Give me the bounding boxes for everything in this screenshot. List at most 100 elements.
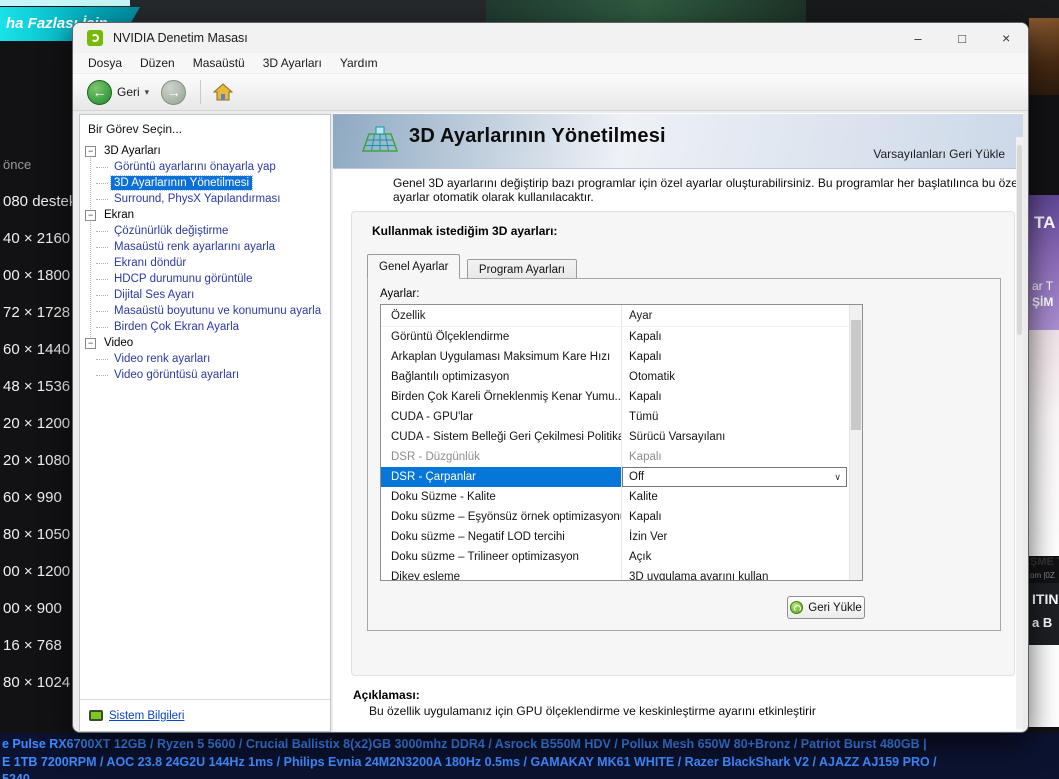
column-ozellik[interactable]: Özellik: [381, 310, 621, 322]
back-button[interactable]: ← Geri ▾: [87, 79, 150, 105]
setting-name[interactable]: CUDA - GPU'lar: [381, 407, 621, 427]
value-combobox[interactable]: Off ∨: [622, 467, 847, 487]
tree-item[interactable]: − Video: [85, 335, 330, 351]
setting-value[interactable]: Kapalı ∨: [621, 327, 849, 347]
setting-row[interactable]: Dikey eşleme 3D uygulama ayarını kullan …: [381, 567, 849, 580]
setting-row[interactable]: CUDA - GPU'lar Tümü ∨: [381, 407, 849, 427]
tree-item[interactable]: − HDCP durumunu görüntüle: [85, 271, 330, 287]
setting-value[interactable]: Otomatik ∨: [621, 367, 849, 387]
back-history-dropdown[interactable]: ▾: [145, 87, 150, 98]
tree-item-label[interactable]: Ekran: [101, 208, 137, 222]
setting-value[interactable]: Kapalı ∨: [621, 447, 849, 467]
setting-row[interactable]: CUDA - Sistem Belleği Geri Çekilmesi Pol…: [381, 427, 849, 447]
tree-item[interactable]: − Görüntü ayarlarını önayarla yap: [85, 159, 330, 175]
setting-row[interactable]: Doku süzme – Eşyönsüz örnek optimizasyon…: [381, 507, 849, 527]
tree-item-label[interactable]: Masaüstü renk ayarlarını ayarla: [111, 240, 278, 254]
setting-value[interactable]: 3D uygulama ayarını kullan ∨: [621, 567, 849, 580]
tree-item[interactable]: − Video renk ayarları: [85, 351, 330, 367]
tree-item[interactable]: − 3D Ayarları: [85, 143, 330, 159]
value-combobox[interactable]: Tümü ∨: [629, 407, 849, 427]
restore-button[interactable]: Geri Yükle: [787, 596, 865, 619]
setting-row[interactable]: Doku süzme – Negatif LOD tercihi İzin Ve…: [381, 527, 849, 547]
setting-row[interactable]: DSR - Çarpanlar Off ∨: [381, 467, 849, 487]
system-info-link[interactable]: Sistem Bilgileri: [109, 710, 184, 722]
tab[interactable]: Genel Ayarlar: [367, 254, 461, 279]
menu-item[interactable]: Yardım: [331, 54, 387, 72]
value-combobox[interactable]: Kapalı ∨: [629, 347, 849, 367]
setting-value[interactable]: Kalite ∨: [621, 487, 849, 507]
chevron-down-icon[interactable]: ∨: [834, 467, 846, 487]
setting-name[interactable]: Arkaplan Uygulaması Maksimum Kare Hızı: [381, 347, 621, 367]
tree-item[interactable]: − 3D Ayarlarının Yönetilmesi: [85, 175, 330, 191]
value-combobox[interactable]: Kapalı ∨: [629, 327, 849, 347]
value-combobox[interactable]: Açık ∨: [629, 547, 849, 567]
tree-item-label[interactable]: Masaüstü boyutunu ve konumunu ayarla: [111, 304, 324, 318]
tree-item-label[interactable]: 3D Ayarlarının Yönetilmesi: [109, 175, 254, 191]
titlebar[interactable]: NVIDIA Denetim Masası – □ ×: [73, 23, 1028, 53]
content-scrollbar[interactable]: [1016, 137, 1023, 729]
tree-item-label[interactable]: HDCP durumunu görüntüle: [111, 272, 256, 286]
setting-row[interactable]: Görüntü Ölçeklendirme Kapalı ∨: [381, 327, 849, 347]
setting-name[interactable]: Bağlantılı optimizasyon: [381, 367, 621, 387]
value-combobox[interactable]: İzin Ver ∨: [629, 527, 849, 547]
restore-defaults-link[interactable]: Varsayılanları Geri Yükle: [873, 147, 1005, 161]
setting-name[interactable]: Doku süzme – Trilineer optimizasyon: [381, 547, 621, 567]
setting-name[interactable]: Görüntü Ölçeklendirme: [381, 327, 621, 347]
home-button[interactable]: [213, 83, 234, 101]
table-scrollbar[interactable]: [849, 305, 862, 580]
menu-item[interactable]: Düzen: [131, 54, 184, 72]
value-combobox[interactable]: Kapalı ∨: [629, 507, 849, 527]
value-combobox[interactable]: Kalite ∨: [629, 487, 849, 507]
value-combobox[interactable]: Otomatik ∨: [629, 367, 849, 387]
setting-value[interactable]: Kapalı ∨: [621, 347, 849, 367]
setting-row[interactable]: DSR - Düzgünlük Kapalı ∨: [381, 447, 849, 467]
tree-item[interactable]: − Masaüstü boyutunu ve konumunu ayarla: [85, 303, 330, 319]
menu-item[interactable]: Masaüstü: [184, 54, 254, 72]
tree-item[interactable]: − Masaüstü renk ayarlarını ayarla: [85, 239, 330, 255]
minimize-button[interactable]: –: [896, 23, 940, 53]
tree-item-label[interactable]: Surround, PhysX Yapılandırması: [111, 192, 283, 206]
setting-value[interactable]: Sürücü Varsayılanı ∨: [621, 427, 849, 447]
setting-name[interactable]: DSR - Çarpanlar: [381, 467, 621, 487]
setting-value[interactable]: Off ∨: [621, 467, 849, 487]
setting-row[interactable]: Doku Süzme - Kalite Kalite ∨: [381, 487, 849, 507]
setting-value[interactable]: Kapalı ∨: [621, 507, 849, 527]
setting-row[interactable]: Arkaplan Uygulaması Maksimum Kare Hızı K…: [381, 347, 849, 367]
setting-row[interactable]: Birden Çok Kareli Örneklenmiş Kenar Yumu…: [381, 387, 849, 407]
tree-item-label[interactable]: Video görüntüsü ayarları: [111, 368, 242, 382]
setting-name[interactable]: Dikey eşleme: [381, 567, 621, 580]
close-button[interactable]: ×: [984, 23, 1028, 53]
setting-value[interactable]: İzin Ver ∨: [621, 527, 849, 547]
tree-item-label[interactable]: Video: [101, 336, 136, 350]
tree-item-label[interactable]: Dijital Ses Ayarı: [111, 288, 197, 302]
scrollbar-thumb[interactable]: [851, 320, 861, 430]
forward-button[interactable]: →: [161, 79, 187, 105]
setting-name[interactable]: Birden Çok Kareli Örneklenmiş Kenar Yumu…: [381, 387, 621, 407]
tree-item[interactable]: − Ekranı döndür: [85, 255, 330, 271]
maximize-button[interactable]: □: [940, 23, 984, 53]
tree-item-label[interactable]: Ekranı döndür: [111, 256, 189, 270]
setting-value[interactable]: Açık ∨: [621, 547, 849, 567]
setting-row[interactable]: Bağlantılı optimizasyon Otomatik ∨: [381, 367, 849, 387]
value-combobox[interactable]: Kapalı ∨: [629, 447, 849, 467]
setting-name[interactable]: Doku Süzme - Kalite: [381, 487, 621, 507]
value-combobox[interactable]: 3D uygulama ayarını kullan ∨: [629, 567, 849, 580]
tree-collapse-icon[interactable]: −: [85, 209, 96, 221]
column-ayar[interactable]: Ayar: [621, 310, 652, 322]
tree-item-label[interactable]: Video renk ayarları: [111, 352, 213, 366]
tree-item[interactable]: − Ekran: [85, 207, 330, 223]
tree-item[interactable]: − Surround, PhysX Yapılandırması: [85, 191, 330, 207]
tree-item[interactable]: − Çözünürlük değiştirme: [85, 223, 330, 239]
value-combobox[interactable]: Sürücü Varsayılanı ∨: [629, 427, 849, 447]
tree-item-label[interactable]: 3D Ayarları: [101, 144, 164, 158]
setting-value[interactable]: Tümü ∨: [621, 407, 849, 427]
tree-item-label[interactable]: Birden Çok Ekran Ayarla: [111, 320, 242, 334]
menu-item[interactable]: 3D Ayarları: [254, 54, 331, 72]
tree-collapse-icon[interactable]: −: [85, 145, 96, 157]
setting-name[interactable]: CUDA - Sistem Belleği Geri Çekilmesi Pol…: [381, 427, 621, 447]
tree-item-label[interactable]: Çözünürlük değiştirme: [111, 224, 231, 238]
setting-value[interactable]: Kapalı ∨: [621, 387, 849, 407]
tree-item[interactable]: − Birden Çok Ekran Ayarla: [85, 319, 330, 335]
tree-item[interactable]: − Dijital Ses Ayarı: [85, 287, 330, 303]
setting-row[interactable]: Doku süzme – Trilineer optimizasyon Açık…: [381, 547, 849, 567]
